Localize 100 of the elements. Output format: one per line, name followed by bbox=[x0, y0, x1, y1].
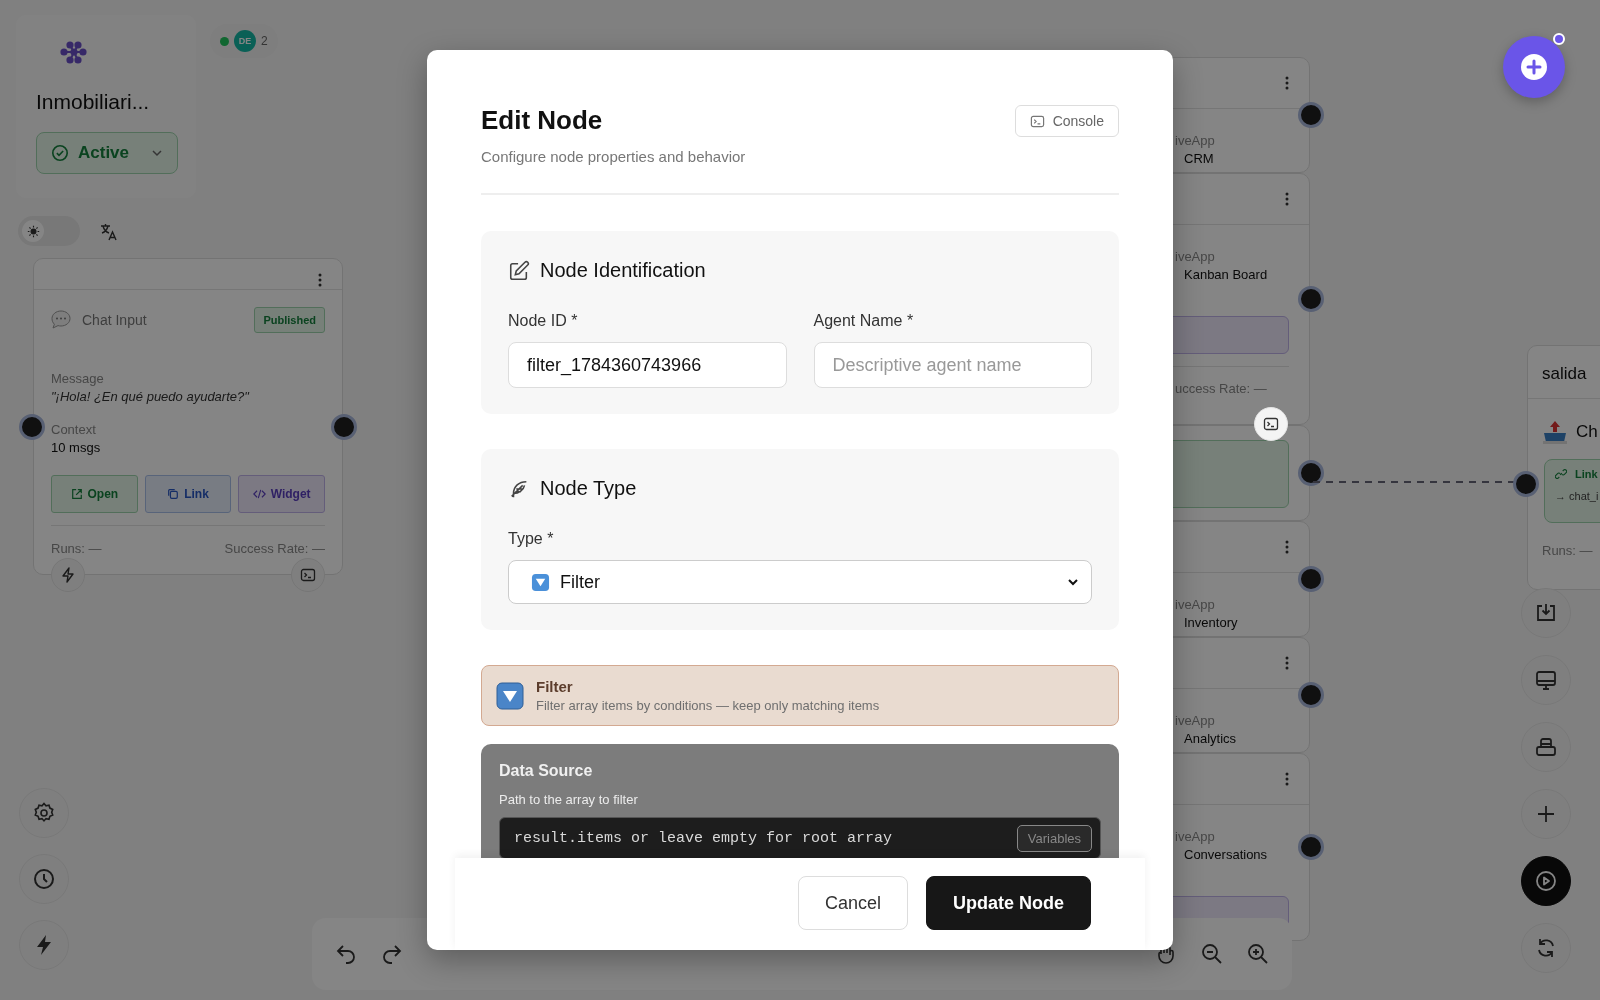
more-icon[interactable] bbox=[1285, 192, 1289, 206]
node-title: Chat Input bbox=[82, 312, 147, 328]
undo-icon[interactable] bbox=[334, 942, 358, 966]
settings-icon bbox=[32, 801, 56, 825]
link-text: Link bbox=[1575, 468, 1598, 480]
node-action-button[interactable]: Widget bbox=[238, 475, 325, 513]
text-field[interactable]: filter_1784360743966 bbox=[508, 342, 787, 388]
terminal-icon bbox=[300, 567, 316, 583]
field-label: Message bbox=[51, 371, 105, 386]
published-badge: Published bbox=[254, 307, 325, 333]
node-name: Conversations bbox=[1183, 846, 1269, 862]
clock-icon bbox=[32, 867, 56, 891]
section-heading: Node Type bbox=[540, 477, 637, 500]
node-name: Analytics bbox=[1183, 730, 1238, 746]
play-icon bbox=[1534, 869, 1558, 893]
stack-icon bbox=[1534, 735, 1558, 759]
user-avatar: DE bbox=[234, 30, 256, 52]
code-icon bbox=[252, 488, 266, 500]
storage-button[interactable] bbox=[1521, 722, 1571, 772]
dialog-button[interactable]: Update Node bbox=[926, 876, 1091, 930]
output-port[interactable] bbox=[1298, 102, 1324, 128]
node-label: Ch bbox=[1576, 422, 1598, 442]
external-link-icon bbox=[70, 488, 83, 500]
user-count: 2 bbox=[261, 34, 268, 48]
refresh-button[interactable] bbox=[1521, 923, 1571, 973]
edit-icon bbox=[508, 259, 530, 282]
field-label: Context bbox=[51, 422, 97, 437]
redo-icon[interactable] bbox=[380, 942, 404, 966]
node-name: CRM bbox=[1183, 150, 1215, 166]
lightning-button[interactable] bbox=[51, 558, 85, 592]
app-label: iveApp bbox=[1174, 132, 1216, 148]
output-node-card[interactable]: salida Ch Link → chat_i Runs: — bbox=[1527, 345, 1600, 590]
input-port[interactable] bbox=[19, 414, 45, 440]
preview-button[interactable] bbox=[1521, 655, 1571, 705]
chevron-down-icon bbox=[1067, 576, 1079, 588]
more-icon[interactable] bbox=[1285, 772, 1289, 786]
dialog-button[interactable]: Cancel bbox=[797, 876, 908, 930]
output-port[interactable] bbox=[331, 414, 357, 440]
status-dropdown[interactable]: Active bbox=[36, 132, 178, 174]
add-node-button[interactable] bbox=[1503, 36, 1565, 98]
terminal-icon bbox=[1263, 416, 1279, 432]
success-rate-text: Success Rate: — bbox=[224, 541, 325, 556]
run-button[interactable] bbox=[1521, 856, 1571, 906]
link-icon bbox=[1555, 468, 1567, 480]
field-label: Agent Name * bbox=[813, 312, 915, 330]
app-label: iveApp bbox=[1174, 596, 1216, 612]
runs-text: Runs: — bbox=[1541, 542, 1594, 558]
speech-bubble-icon bbox=[50, 309, 72, 331]
console-button[interactable]: Console bbox=[1014, 105, 1119, 137]
lightning-icon bbox=[60, 567, 76, 583]
field-value: 10 msgs bbox=[51, 440, 102, 455]
info-title: Filter bbox=[536, 678, 574, 695]
more-icon[interactable] bbox=[1285, 76, 1289, 90]
more-icon[interactable] bbox=[1285, 656, 1289, 670]
link-block[interactable]: Link → chat_i bbox=[1544, 459, 1600, 523]
node-action-button[interactable]: Link bbox=[144, 475, 232, 513]
translate-icon[interactable] bbox=[99, 222, 119, 242]
output-port[interactable] bbox=[1298, 834, 1324, 860]
lightning-button[interactable] bbox=[19, 920, 69, 970]
plus-icon bbox=[1520, 53, 1548, 81]
app-label: iveApp bbox=[1174, 712, 1216, 728]
field-label: Type * bbox=[508, 530, 555, 548]
copy-icon bbox=[167, 488, 180, 500]
field-value: "¡Hola! ¿En qué puedo ayudarte?" bbox=[51, 389, 251, 404]
filter-icon bbox=[496, 681, 524, 710]
node-action-button[interactable]: Open bbox=[51, 475, 138, 513]
text-field[interactable]: Descriptive agent name bbox=[813, 342, 1092, 388]
runs-text: Runs: — bbox=[51, 541, 102, 556]
theme-toggle[interactable] bbox=[18, 216, 80, 246]
path-field[interactable]: result.items or leave empty for root array Variables bbox=[499, 817, 1101, 858]
chat-node-card[interactable]: Chat Input Published Message "¡Hola! ¿En qué puedo ayudarte?" Context 10 msgs Open Link Widget Runs: — Success Rate: — bbox=[33, 258, 343, 575]
field-hint: Path to the array to filter bbox=[499, 792, 639, 807]
chevron-down-icon bbox=[151, 147, 163, 159]
output-port[interactable] bbox=[1298, 566, 1324, 592]
output-port[interactable] bbox=[1298, 286, 1324, 312]
monitor-icon bbox=[1534, 668, 1558, 692]
input-port[interactable] bbox=[1513, 471, 1539, 497]
variables-button[interactable]: Variables bbox=[1016, 824, 1092, 852]
add-button[interactable] bbox=[1521, 789, 1571, 839]
field-label: Node ID * bbox=[508, 312, 579, 330]
node-name: Kanban Board bbox=[1183, 266, 1269, 282]
output-port[interactable] bbox=[1298, 682, 1324, 708]
field-label: Data Source bbox=[499, 762, 594, 780]
app-label: iveApp bbox=[1174, 828, 1216, 844]
more-icon[interactable] bbox=[318, 273, 322, 287]
info-description: Filter array items by conditions — keep only matching items bbox=[536, 698, 880, 713]
zoom-out-icon[interactable] bbox=[1200, 942, 1224, 966]
more-icon[interactable] bbox=[1285, 540, 1289, 554]
sun-icon bbox=[26, 224, 40, 238]
app-label: iveApp bbox=[1174, 248, 1216, 264]
import-button[interactable] bbox=[1521, 588, 1571, 638]
dialog-title: Edit Node bbox=[481, 105, 604, 136]
node-name: Inventory bbox=[1183, 614, 1239, 630]
settings-button[interactable] bbox=[19, 788, 69, 838]
zoom-in-icon[interactable] bbox=[1246, 942, 1270, 966]
history-button[interactable] bbox=[19, 854, 69, 904]
dialog-subtitle: Configure node properties and behavior bbox=[481, 148, 746, 165]
outbox-tray-icon bbox=[1542, 419, 1568, 445]
type-select[interactable]: Filter bbox=[508, 560, 1092, 604]
filter-icon bbox=[531, 572, 550, 592]
